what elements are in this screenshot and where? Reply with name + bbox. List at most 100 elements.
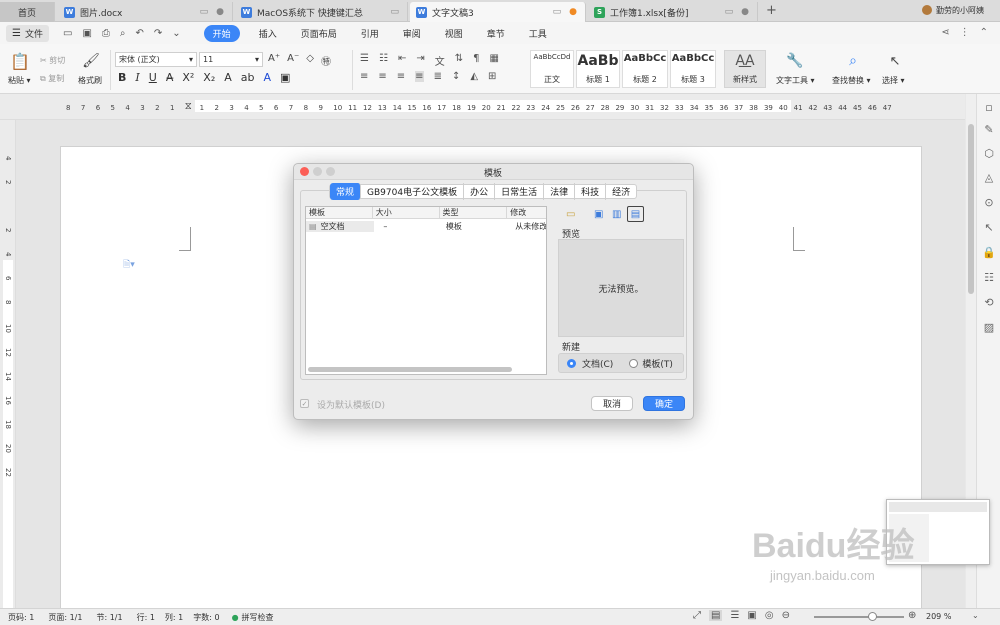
underline-button[interactable]: U xyxy=(149,71,157,84)
zoom-slider[interactable] xyxy=(814,612,904,621)
numbered-list-icon[interactable]: ☷ xyxy=(379,53,388,68)
settings-sliders-icon[interactable]: ☷ xyxy=(982,270,996,284)
font-family-select[interactable]: 宋体 (正文) ▾ xyxy=(115,52,197,67)
status-word-count[interactable]: 字数: 0 xyxy=(193,612,219,623)
char-shading-icon[interactable]: ▣ xyxy=(280,71,290,84)
tab-tech[interactable]: 科技 xyxy=(575,183,607,200)
cut-button[interactable]: ✂ 剪切 xyxy=(40,55,65,66)
tab-economy[interactable]: 经济 xyxy=(606,183,636,200)
shapes-icon[interactable]: ⬡ xyxy=(982,146,996,160)
folder-up-icon[interactable]: ▭ xyxy=(566,209,575,220)
italic-button[interactable]: I xyxy=(135,71,139,84)
justify-icon[interactable]: ≡ xyxy=(415,71,424,82)
eye-protection-icon[interactable]: ◎ xyxy=(765,610,774,621)
status-page-code[interactable]: 页码: 1 xyxy=(8,612,34,623)
zoom-level[interactable]: 209 % xyxy=(926,612,951,621)
lock-icon[interactable]: 🔒 xyxy=(982,245,996,259)
chinese-layout-icon[interactable]: 文 xyxy=(435,53,445,68)
sidebar-collapse-icon[interactable]: ▫ xyxy=(982,100,996,114)
outline-view-icon[interactable]: ☰ xyxy=(730,610,739,621)
table-row[interactable]: ▤ 空文档 – 模板 从未修改 xyxy=(306,219,546,233)
column-type[interactable]: 类型 xyxy=(440,207,508,218)
superscript-icon[interactable]: X² xyxy=(182,71,194,84)
tab-references[interactable]: 引用 xyxy=(361,27,379,40)
tab-close-icon[interactable]: ● xyxy=(216,7,224,17)
customize-toolbar-icon[interactable]: ⌄ xyxy=(172,28,180,39)
print-icon[interactable]: ⎙ xyxy=(102,28,110,39)
shrink-font-icon[interactable]: A⁻ xyxy=(287,53,299,68)
font-size-select[interactable]: 11 ▾ xyxy=(199,52,263,67)
tab-law[interactable]: 法律 xyxy=(544,183,576,200)
fit-page-icon[interactable]: ⤢ xyxy=(693,610,701,621)
maximize-window-button[interactable] xyxy=(326,167,335,176)
line-spacing-icon[interactable]: ↕ xyxy=(452,71,460,82)
column-template[interactable]: 模板 xyxy=(306,207,373,218)
list-view-icon[interactable]: ▥ xyxy=(612,209,621,220)
style-normal[interactable]: AaBbCcDd 正文 xyxy=(530,50,574,88)
tab-doc-images[interactable]: W 图片.docx ▭ ● xyxy=(58,2,233,22)
tab-chapter[interactable]: 章节 xyxy=(487,27,505,40)
radio-document-label[interactable]: 文档(C) xyxy=(582,357,613,370)
new-tab-button[interactable]: + xyxy=(766,3,777,18)
history-icon[interactable]: ⟲ xyxy=(982,295,996,309)
ok-button[interactable]: 确定 xyxy=(643,396,685,411)
list-horizontal-scrollbar[interactable] xyxy=(308,367,512,372)
tab-close-icon[interactable]: ● xyxy=(741,7,749,17)
zoom-slider-handle[interactable] xyxy=(868,612,877,621)
details-view-icon[interactable]: ▤ xyxy=(627,206,644,222)
style-heading-2[interactable]: AaBbCc 标题 2 xyxy=(622,50,668,88)
image-icon[interactable]: ▨ xyxy=(982,320,996,334)
search-icon[interactable]: ⌕ xyxy=(844,52,862,70)
paste-button[interactable]: 粘贴 ▾ xyxy=(8,75,31,86)
zoom-out-icon[interactable]: ⊖ xyxy=(782,610,790,621)
horizontal-ruler[interactable]: 8 7 6 5 4 3 2 1 ⧖ 1 2 3 4 5 6 7 8 9 10 11 12 13 14 15 16 17 18 19 20… xyxy=(0,94,965,120)
paste-icon[interactable]: 📋 xyxy=(8,50,32,72)
text-tools-button[interactable]: 文字工具 ▾ xyxy=(776,75,815,86)
web-layout-icon[interactable]: ▣ xyxy=(747,610,756,621)
tab-doc-shortcuts[interactable]: W MacOS系统下 快捷键汇总 ▭ xyxy=(235,2,408,22)
share-icon[interactable]: ⋖ xyxy=(941,27,949,38)
borders-icon[interactable]: ▦ xyxy=(489,53,498,68)
subscript-icon[interactable]: X₂ xyxy=(203,71,215,84)
column-size[interactable]: 大小 xyxy=(373,207,440,218)
scrollbar-thumb[interactable] xyxy=(968,124,974,294)
shading-icon[interactable]: ◭ xyxy=(470,71,478,82)
vertical-ruler[interactable]: 4 2 2 4 6 8 10 12 14 16 18 20 22 xyxy=(0,120,16,608)
paragraph-options-icon[interactable]: 🗎▾ xyxy=(123,257,135,273)
table-borders-icon[interactable]: ⊞ xyxy=(488,71,496,82)
save-icon[interactable]: ▣ xyxy=(82,28,91,39)
radio-document[interactable] xyxy=(567,358,576,368)
select-cursor-icon[interactable]: ↖ xyxy=(982,220,996,234)
clear-format-icon[interactable]: ◇ xyxy=(306,53,314,68)
open-folder-icon[interactable]: ▭ xyxy=(63,28,72,39)
pen-icon[interactable]: ✎ xyxy=(982,122,996,136)
collapse-ribbon-icon[interactable]: ⌃ xyxy=(980,27,988,38)
avatar[interactable] xyxy=(922,5,932,15)
find-replace-button[interactable]: 查找替换 ▾ xyxy=(832,75,871,86)
redo-icon[interactable]: ↷ xyxy=(154,28,162,39)
text-effect-icon[interactable]: A xyxy=(224,71,232,84)
bold-button[interactable]: B xyxy=(118,71,126,84)
file-menu-button[interactable]: ☰ 文件 xyxy=(6,24,49,42)
cancel-button[interactable]: 取消 xyxy=(591,396,633,411)
tab-tools[interactable]: 工具 xyxy=(529,27,547,40)
tab-view[interactable]: 视图 xyxy=(445,27,463,40)
tab-start[interactable]: 开始 xyxy=(203,24,240,42)
style-icon[interactable]: ◬ xyxy=(982,170,996,184)
default-template-checkbox[interactable]: ✓ xyxy=(300,399,309,408)
tab-general[interactable]: 常规 xyxy=(330,183,362,200)
strikethrough-icon[interactable]: A̶ xyxy=(166,71,174,84)
navigation-icon[interactable]: ⊙ xyxy=(982,195,996,209)
format-painter-icon[interactable]: 🖌 xyxy=(82,52,100,70)
spellcheck-button[interactable]: 拼写检查 xyxy=(242,612,274,623)
status-pages[interactable]: 页面: 1/1 xyxy=(48,612,82,623)
style-heading-1[interactable]: AaBb 标题 1 xyxy=(576,50,620,88)
print-layout-icon[interactable]: ▤ xyxy=(709,610,723,621)
align-left-icon[interactable]: ≡ xyxy=(360,71,368,82)
tab-home[interactable]: 首页 xyxy=(0,2,55,22)
decrease-indent-icon[interactable]: ⇤ xyxy=(398,53,406,68)
tab-page-layout[interactable]: 页面布局 xyxy=(301,27,337,40)
more-options-icon[interactable]: ⋮ xyxy=(960,27,970,38)
increase-indent-icon[interactable]: ⇥ xyxy=(416,53,424,68)
cursor-icon[interactable]: ↖ xyxy=(886,52,904,70)
